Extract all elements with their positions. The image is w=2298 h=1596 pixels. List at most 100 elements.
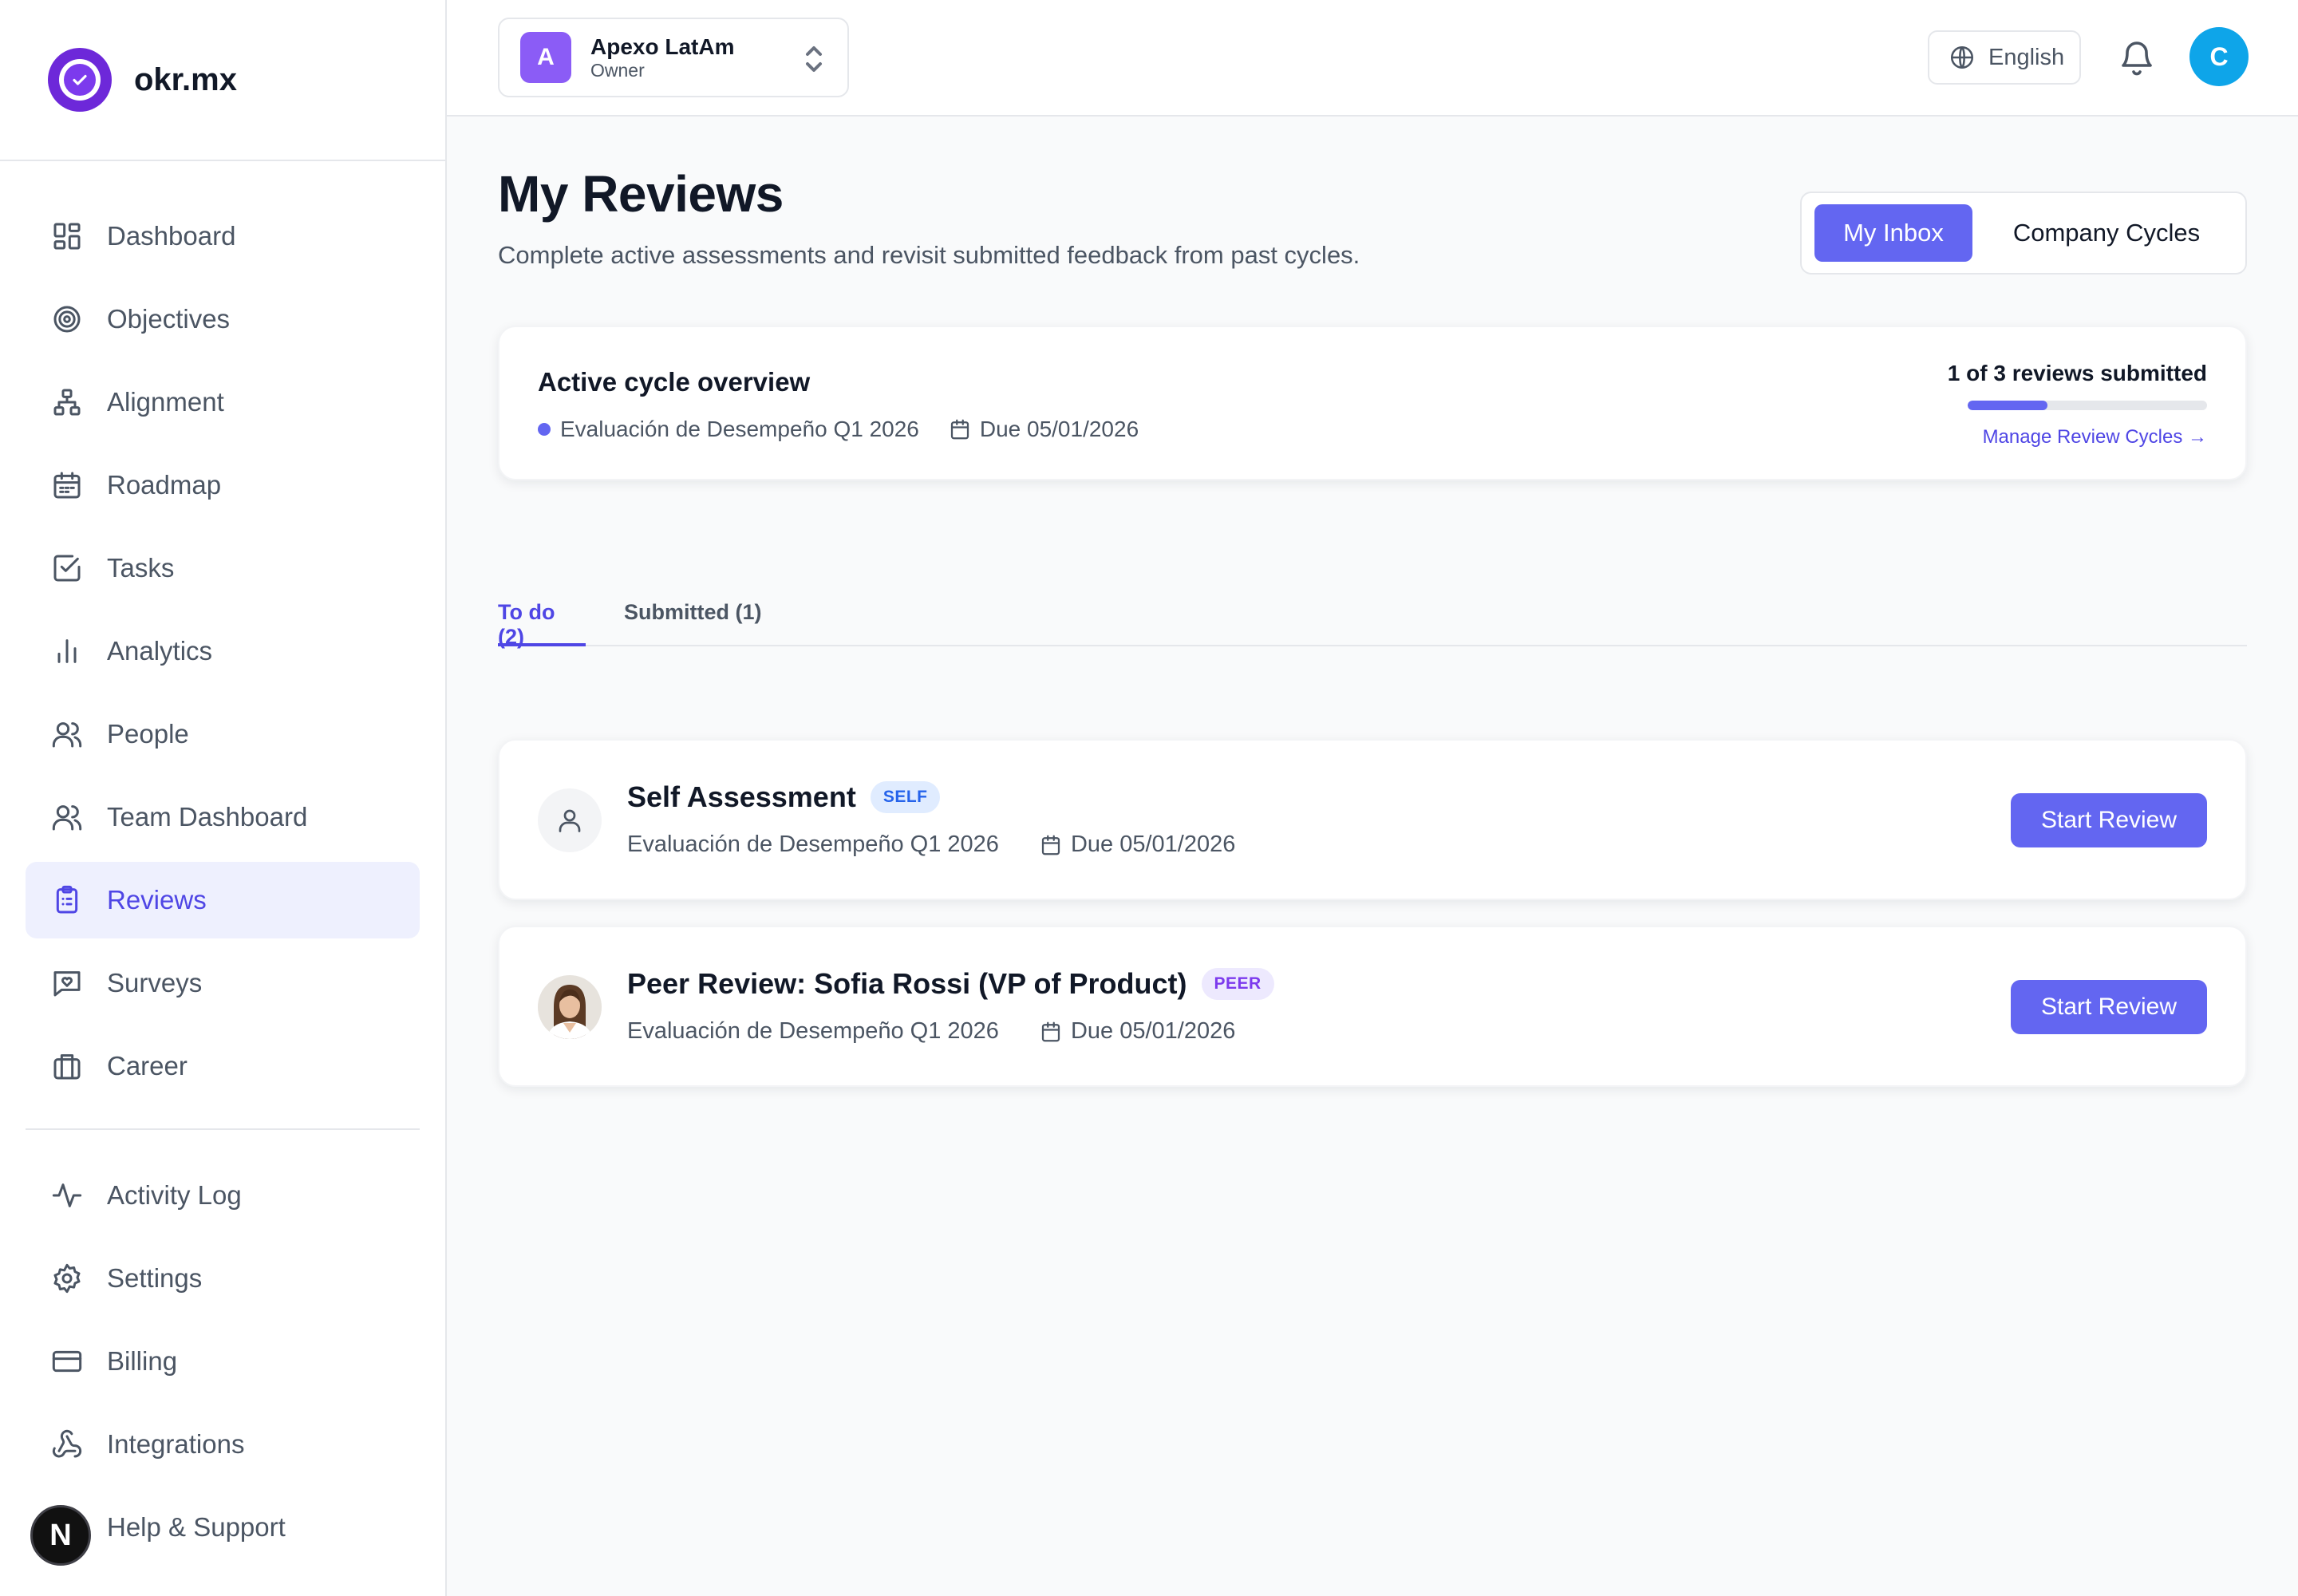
sidebar-item-dashboard[interactable]: Dashboard: [26, 198, 420, 275]
target-icon: [53, 306, 81, 333]
start-review-button[interactable]: Start Review: [2011, 980, 2207, 1034]
user-icon: [559, 809, 581, 832]
review-due-date: Due 05/01/2026: [1070, 832, 1236, 857]
users-icon: [52, 805, 82, 831]
sidebar-item-label: People: [107, 719, 189, 749]
webhook-icon: [52, 1429, 82, 1458]
progress-bar: [1968, 401, 2207, 410]
person-photo-icon: [538, 975, 602, 1039]
sidebar-item-label: Help & Support: [107, 1512, 286, 1542]
sidebar-divider: [26, 1128, 420, 1130]
sidebar-item-tasks[interactable]: Tasks: [26, 530, 420, 606]
activity-icon: [52, 1183, 82, 1207]
tab-submitted[interactable]: Submitted (1): [624, 600, 762, 646]
sidebar-item-settings[interactable]: Settings: [26, 1240, 420, 1317]
sidebar-item-label: Roadmap: [107, 470, 222, 500]
org-role: Owner: [590, 60, 645, 81]
gear-icon: [53, 1263, 81, 1294]
sidebar-item-label: Career: [107, 1051, 188, 1080]
review-title: Self Assessment: [627, 780, 856, 813]
main-content: My Reviews Complete active assessments a…: [447, 117, 2298, 1596]
sidebar-item-label: Team Dashboard: [107, 802, 308, 832]
company-cycles-button[interactable]: Company Cycles: [1984, 204, 2229, 262]
org-switcher[interactable]: A Apexo LatAm Owner: [498, 18, 849, 97]
dev-tools-badge[interactable]: N: [30, 1505, 91, 1566]
review-cycle-name: Evaluación de Desempeño Q1 2026: [627, 1018, 999, 1044]
overview-meta: Evaluación de Desempeño Q1 2026 Due 05/0…: [538, 417, 1139, 442]
view-toggle: My Inbox Company Cycles: [1800, 192, 2247, 275]
sidebar-item-integrations[interactable]: Integrations: [26, 1406, 420, 1483]
clipboard-icon: [56, 885, 78, 914]
review-meta: Evaluación de Desempeño Q1 2026 Due 05/0…: [627, 1018, 1235, 1045]
calendar-icon: [1041, 1021, 1060, 1041]
sidebar-item-billing[interactable]: Billing: [26, 1323, 420, 1400]
sidebar-item-reviews[interactable]: Reviews: [26, 862, 420, 938]
bell-icon[interactable]: [2119, 38, 2154, 77]
sidebar-item-label: Billing: [107, 1346, 178, 1376]
review-title: Peer Review: Sofia Rossi (VP of Product): [627, 967, 1187, 1000]
sidebar: okr.mx Dashboard Objectives Alignment Ro…: [0, 0, 447, 1596]
globe-icon: [1950, 45, 1974, 69]
chevron-up-down-icon: [801, 45, 827, 73]
credit-card-icon: [52, 1350, 82, 1373]
message-heart-icon: [53, 971, 81, 997]
review-card: Self Assessment SELF Evaluación de Desem…: [498, 739, 2247, 900]
status-dot: [538, 423, 551, 436]
review-type-badge: SELF: [870, 781, 941, 813]
overview-title: Active cycle overview: [538, 367, 811, 397]
sidebar-item-activity-log[interactable]: Activity Log: [26, 1157, 420, 1234]
bar-chart-icon: [57, 639, 77, 663]
user-avatar[interactable]: C: [2189, 27, 2249, 86]
sidebar-item-label: Tasks: [107, 553, 175, 583]
review-cycle-name: Evaluación de Desempeño Q1 2026: [627, 832, 999, 857]
page-subtitle: Complete active assessments and revisit …: [498, 241, 1360, 269]
org-avatar: A: [520, 32, 571, 83]
language-label: English: [1988, 44, 2065, 70]
brand-name: okr.mx: [134, 61, 237, 97]
sidebar-item-objectives[interactable]: Objectives: [26, 281, 420, 358]
sidebar-item-surveys[interactable]: Surveys: [26, 945, 420, 1021]
sidebar-item-analytics[interactable]: Analytics: [26, 613, 420, 689]
page-title: My Reviews: [498, 165, 784, 223]
sidebar-item-label: Settings: [107, 1263, 203, 1293]
manage-review-cycles-link[interactable]: Manage Review Cycles →: [1983, 426, 2207, 448]
calendar-icon: [53, 472, 81, 499]
progress-bar-fill: [1968, 401, 2047, 410]
users-icon: [52, 722, 82, 748]
calendar-icon: [950, 419, 969, 440]
sidebar-item-label: Analytics: [107, 636, 213, 666]
start-review-button[interactable]: Start Review: [2011, 793, 2207, 847]
calendar-icon: [1041, 835, 1060, 855]
layout-grid-icon: [53, 223, 81, 250]
org-name: Apexo LatAm: [590, 34, 735, 59]
sidebar-item-team-dashboard[interactable]: Team Dashboard: [26, 779, 420, 855]
active-cycle-overview-card: Active cycle overview Evaluación de Dese…: [498, 326, 2247, 480]
overview-cycle-name: Evaluación de Desempeño Q1 2026: [560, 417, 919, 441]
tab-to-do[interactable]: To do (2): [498, 600, 586, 649]
overview-due: Due 05/01/2026: [948, 417, 1139, 442]
reviews-submitted-count: 1 of 3 reviews submitted: [1947, 361, 2207, 385]
sidebar-item-label: Activity Log: [107, 1180, 242, 1210]
sidebar-item-label: Integrations: [107, 1429, 245, 1459]
language-selector[interactable]: English: [1928, 30, 2081, 85]
sidebar-item-label: Objectives: [107, 304, 231, 334]
brand-logo-icon: [48, 48, 112, 112]
briefcase-icon: [53, 1054, 81, 1080]
checkbox-icon: [53, 555, 81, 582]
avatar: [538, 788, 602, 852]
review-meta: Evaluación de Desempeño Q1 2026 Due 05/0…: [627, 832, 1235, 858]
sidebar-item-people[interactable]: People: [26, 696, 420, 772]
review-tabs: To do (2) Submitted (1): [498, 592, 2247, 649]
sidebar-item-label: Reviews: [107, 885, 207, 915]
overview-due-date: Due 05/01/2026: [979, 417, 1139, 441]
sidebar-item-roadmap[interactable]: Roadmap: [26, 447, 420, 523]
review-card: Peer Review: Sofia Rossi (VP of Product)…: [498, 926, 2247, 1087]
brand[interactable]: okr.mx: [0, 0, 445, 161]
hierarchy-icon: [53, 389, 81, 416]
sidebar-item-label: Dashboard: [107, 221, 236, 251]
my-inbox-button[interactable]: My Inbox: [1814, 204, 1972, 262]
sidebar-item-alignment[interactable]: Alignment: [26, 364, 420, 440]
sidebar-item-career[interactable]: Career: [26, 1028, 420, 1104]
avatar: [538, 975, 602, 1039]
top-header: A Apexo LatAm Owner English C: [447, 0, 2298, 117]
